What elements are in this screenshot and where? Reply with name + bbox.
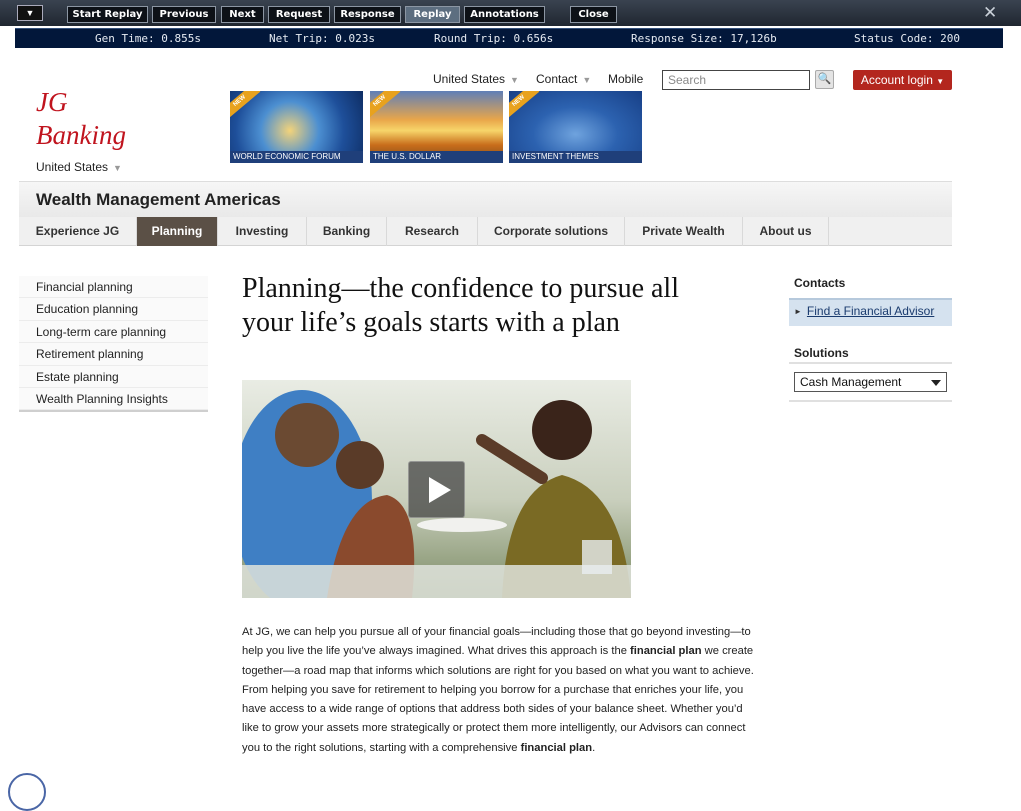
find-advisor-label: Find a Financial Advisor <box>806 304 935 318</box>
util-country-selector[interactable]: United States ▼ <box>433 72 519 86</box>
banner-world-economic-forum[interactable]: NEW WORLD ECONOMIC FORUM <box>230 91 363 163</box>
toolbar-menu-button[interactable]: ▼ <box>17 5 43 21</box>
account-login-button[interactable]: Account login ▼ <box>853 70 952 90</box>
account-login-label: Account login <box>860 73 933 87</box>
section-title-bar: Wealth Management Americas <box>19 181 952 217</box>
section-title: Wealth Management Americas <box>36 190 281 209</box>
annotations-button[interactable]: Annotations <box>464 6 545 23</box>
solutions-panel: Cash Management <box>789 362 952 402</box>
banner-us-dollar[interactable]: NEW THE U.S. DOLLAR <box>370 91 503 163</box>
gen-time: Gen Time: 0.855s <box>95 32 201 45</box>
nav-corporate-solutions[interactable]: Corporate solutions <box>478 217 625 246</box>
next-button[interactable]: Next <box>221 6 264 23</box>
request-button[interactable]: Request <box>268 6 330 23</box>
logo-line-1: JG <box>36 87 68 117</box>
nav-research[interactable]: Research <box>387 217 478 246</box>
site-logo[interactable]: JG Banking <box>36 86 126 152</box>
find-advisor-link[interactable]: ► Find a Financial Advisor <box>789 298 952 326</box>
nav-about-us[interactable]: About us <box>743 217 829 246</box>
nav-planning[interactable]: Planning <box>137 217 218 246</box>
planning-sidebar: Financial planning Education planning Lo… <box>19 276 208 413</box>
chevron-down-icon: ▼ <box>510 75 519 85</box>
body-text-part: . <box>592 741 596 754</box>
video-player[interactable] <box>242 380 631 598</box>
new-ribbon: NEW <box>370 91 401 120</box>
sidebar-item-financial-planning[interactable]: Financial planning <box>19 276 208 299</box>
banner-investment-themes[interactable]: NEW INVESTMENT THEMES <box>509 91 642 163</box>
new-ribbon: NEW <box>509 91 540 120</box>
country-label: United States <box>36 160 109 174</box>
body-bold-part: financial plan <box>520 741 593 754</box>
net-trip: Net Trip: 0.023s <box>269 32 375 45</box>
sidebar-item-education-planning[interactable]: Education planning <box>19 298 208 321</box>
status-code: Status Code: 200 <box>854 32 960 45</box>
sidebar-item-wealth-planning-insights[interactable]: Wealth Planning Insights <box>19 388 208 411</box>
chevron-down-icon: ▼ <box>936 77 945 86</box>
contact-label: Contact <box>536 72 578 86</box>
nav-private-wealth[interactable]: Private Wealth <box>625 217 743 246</box>
nav-banking[interactable]: Banking <box>307 217 387 246</box>
search-button[interactable]: 🔍 <box>815 70 834 89</box>
page-headline: Planning—the confidence to pursue all yo… <box>242 272 742 340</box>
logo-line-2: Banking <box>36 120 126 150</box>
body-paragraph: At JG, we can help you pursue all of you… <box>242 623 757 758</box>
banner-caption: WORLD ECONOMIC FORUM <box>230 151 363 163</box>
search-icon: 🔍 <box>817 73 832 85</box>
solutions-heading: Solutions <box>794 346 849 360</box>
headline-line-2: your life’s goals starts with a plan <box>242 307 620 338</box>
play-icon[interactable] <box>408 461 465 518</box>
response-size: Response Size: 17,126b <box>631 32 777 45</box>
country-selector[interactable]: United States ▼ <box>36 160 122 174</box>
previous-button[interactable]: Previous <box>152 6 216 23</box>
replay-button[interactable]: Replay <box>405 6 460 23</box>
sidebar-item-retirement-planning[interactable]: Retirement planning <box>19 343 208 366</box>
util-country-label: United States <box>433 72 506 86</box>
body-bold-part: financial plan <box>630 645 702 658</box>
search-input[interactable]: Search <box>662 70 810 90</box>
chevron-down-icon: ▼ <box>582 75 592 85</box>
solutions-selected-value: Cash Management <box>800 375 902 389</box>
sidebar-item-estate-planning[interactable]: Estate planning <box>19 366 208 388</box>
response-button[interactable]: Response <box>334 6 401 23</box>
contacts-heading: Contacts <box>794 276 846 290</box>
mobile-link[interactable]: Mobile <box>608 72 643 86</box>
nav-experience-jg[interactable]: Experience JG <box>19 217 137 246</box>
chevron-down-icon <box>931 380 941 386</box>
status-bar: Gen Time: 0.855s Net Trip: 0.023s Round … <box>15 28 1003 48</box>
solutions-select[interactable]: Cash Management <box>794 372 947 392</box>
new-ribbon: NEW <box>230 91 261 120</box>
close-icon[interactable]: ✕ <box>983 3 997 23</box>
close-button[interactable]: Close <box>570 6 617 23</box>
body-text-part: we create together—a road map that infor… <box>242 645 754 754</box>
banner-caption: THE U.S. DOLLAR <box>370 151 503 163</box>
replay-toolbar: ▼ Start Replay Previous Next Request Res… <box>0 0 1021 26</box>
chevron-down-icon: ▼ <box>113 163 122 173</box>
contact-menu[interactable]: Contact ▼ <box>536 72 591 86</box>
nav-investing[interactable]: Investing <box>218 217 307 246</box>
headline-line-1: Planning—the confidence to pursue all <box>242 273 679 304</box>
round-trip: Round Trip: 0.656s <box>434 32 554 45</box>
start-replay-button[interactable]: Start Replay <box>67 6 148 23</box>
sidebar-item-long-term-care[interactable]: Long-term care planning <box>19 321 208 344</box>
banner-caption: INVESTMENT THEMES <box>509 151 642 163</box>
main-nav: Experience JG Planning Investing Banking… <box>19 217 952 246</box>
arrow-right-icon: ► <box>794 307 802 316</box>
help-icon[interactable] <box>8 773 46 811</box>
chevron-down-icon: ▼ <box>25 8 35 18</box>
